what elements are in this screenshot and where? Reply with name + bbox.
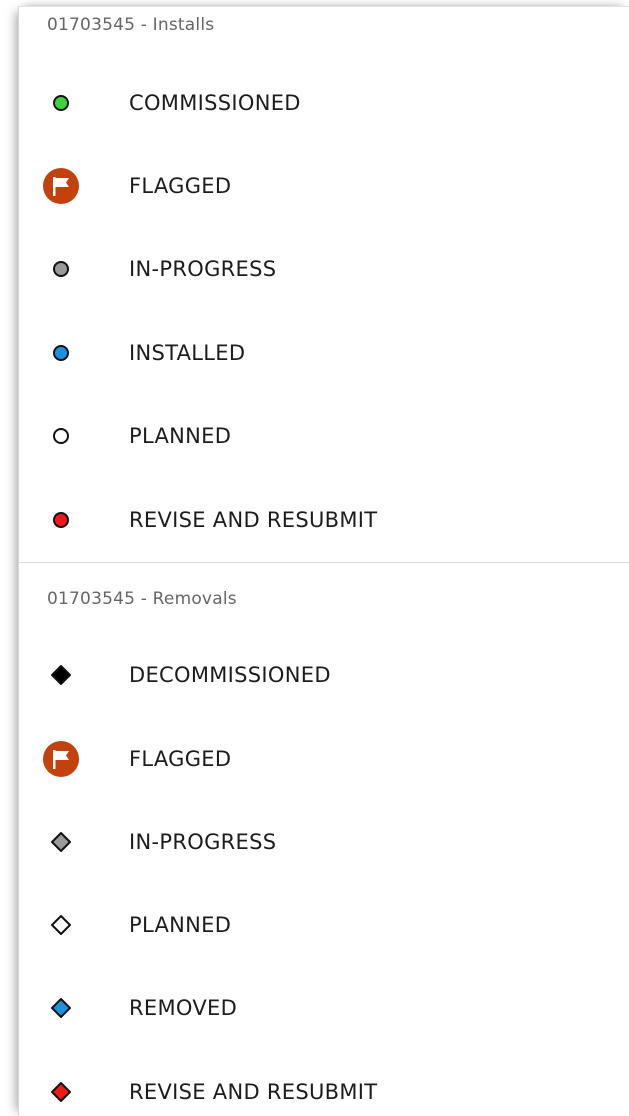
legend-item-planned: PLANNED (19, 895, 629, 955)
installs-section-title: 01703545 - Installs (47, 15, 215, 35)
legend-label: REVISE AND RESUBMIT (129, 508, 378, 532)
red-circle-icon (52, 511, 70, 529)
section-divider (19, 562, 629, 563)
gray-diamond-icon (49, 830, 73, 854)
legend-label: DECOMMISSIONED (129, 663, 331, 687)
legend-item-installed: INSTALLED (19, 323, 629, 383)
white-diamond-icon (49, 913, 73, 937)
legend-label: INSTALLED (129, 341, 246, 365)
legend-item-revise-and-resubmit: REVISE AND RESUBMIT (19, 490, 629, 550)
legend-label: FLAGGED (129, 174, 232, 198)
legend-item-planned: PLANNED (19, 406, 629, 466)
legend-item-removed: REMOVED (19, 978, 629, 1038)
legend-label: COMMISSIONED (129, 91, 301, 115)
removals-section-title: 01703545 - Removals (47, 589, 237, 609)
legend-item-revise-and-resubmit: REVISE AND RESUBMIT (19, 1062, 629, 1116)
legend-item-in-progress: IN-PROGRESS (19, 812, 629, 872)
legend-label: REVISE AND RESUBMIT (129, 1080, 378, 1104)
legend-item-in-progress: IN-PROGRESS (19, 239, 629, 299)
black-diamond-icon (49, 663, 73, 687)
flag-icon (42, 740, 80, 778)
legend-label: PLANNED (129, 424, 232, 448)
legend-label: PLANNED (129, 913, 232, 937)
legend-label: IN-PROGRESS (129, 257, 277, 281)
green-circle-icon (52, 94, 70, 112)
flag-icon (42, 167, 80, 205)
legend-label: IN-PROGRESS (129, 830, 277, 854)
white-circle-icon (52, 427, 70, 445)
legend-item-flagged: FLAGGED (19, 156, 629, 216)
red-diamond-icon (49, 1080, 73, 1104)
blue-circle-icon (52, 344, 70, 362)
legend-panel: 01703545 - Installs COMMISSIONED FLAGGED… (18, 6, 629, 1116)
blue-diamond-icon (49, 996, 73, 1020)
legend-label: FLAGGED (129, 747, 232, 771)
legend-item-flagged: FLAGGED (19, 729, 629, 789)
legend-item-commissioned: COMMISSIONED (19, 73, 629, 133)
legend-item-decommissioned: DECOMMISSIONED (19, 645, 629, 705)
legend-label: REMOVED (129, 996, 238, 1020)
gray-circle-icon (52, 260, 70, 278)
